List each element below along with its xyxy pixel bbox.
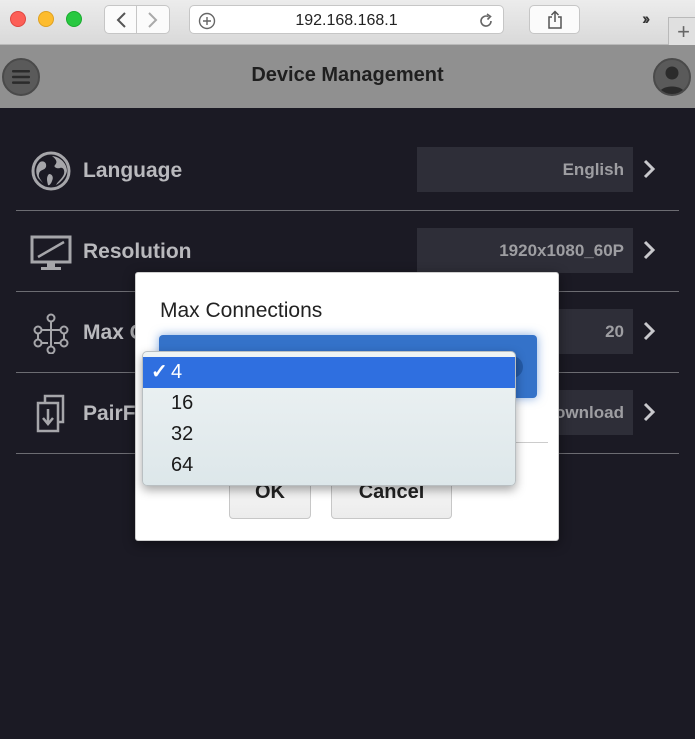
chevron-right-icon[interactable]	[642, 158, 656, 180]
browser-toolbar: 192.168.168.1 ›› +	[0, 0, 695, 45]
share-icon	[547, 9, 562, 29]
page-title: Device Management	[251, 64, 444, 86]
dropdown-option-64[interactable]: 64	[143, 450, 515, 481]
setting-value-language[interactable]: English	[417, 147, 633, 192]
url-text: 192.168.168.1	[295, 12, 398, 29]
overflow-chevrons-icon[interactable]: ››	[642, 9, 651, 29]
share-button[interactable]	[529, 5, 580, 34]
network-icon	[33, 313, 69, 354]
new-tab-button[interactable]: +	[668, 17, 695, 45]
setting-label: Language	[83, 159, 183, 182]
zoom-window-button[interactable]	[66, 11, 82, 27]
setting-value-resolution[interactable]: 1920x1080_60P	[417, 228, 633, 273]
address-bar[interactable]: 192.168.168.1	[189, 5, 504, 34]
chevron-right-icon	[148, 11, 158, 28]
dropdown-option-16[interactable]: 16	[143, 388, 515, 419]
forward-button[interactable]	[137, 5, 170, 34]
chevron-right-icon[interactable]	[642, 401, 656, 423]
option-label: 4	[171, 361, 183, 383]
globe-icon	[31, 151, 71, 191]
chevron-left-icon	[116, 11, 126, 28]
download-file-icon	[36, 394, 65, 433]
option-label: 16	[171, 392, 194, 414]
setting-label: Resolution	[83, 240, 192, 263]
minimize-window-button[interactable]	[38, 11, 54, 27]
checkmark-icon: ✓	[151, 361, 168, 383]
dropdown-option-32[interactable]: 32	[143, 419, 515, 450]
option-label: 32	[171, 423, 194, 445]
option-label: 64	[171, 454, 194, 476]
chevron-right-icon[interactable]	[642, 239, 656, 261]
app-header: Device Management	[0, 45, 695, 108]
reload-icon[interactable]	[477, 12, 495, 30]
setting-row-language[interactable]: Language English	[16, 130, 679, 211]
close-window-button[interactable]	[10, 11, 26, 27]
setting-label: PairF	[83, 402, 136, 425]
user-avatar-icon	[659, 66, 685, 94]
dialog-divider	[512, 442, 548, 443]
dialog-title: Max Connections	[160, 299, 323, 322]
chevron-right-icon[interactable]	[642, 320, 656, 342]
back-button[interactable]	[104, 5, 137, 34]
monitor-icon	[30, 235, 72, 270]
max-connections-dropdown: ✓ 4 16 32 64	[142, 351, 516, 486]
user-account-button[interactable]	[653, 58, 691, 96]
dropdown-option-4[interactable]: ✓ 4	[143, 357, 515, 388]
